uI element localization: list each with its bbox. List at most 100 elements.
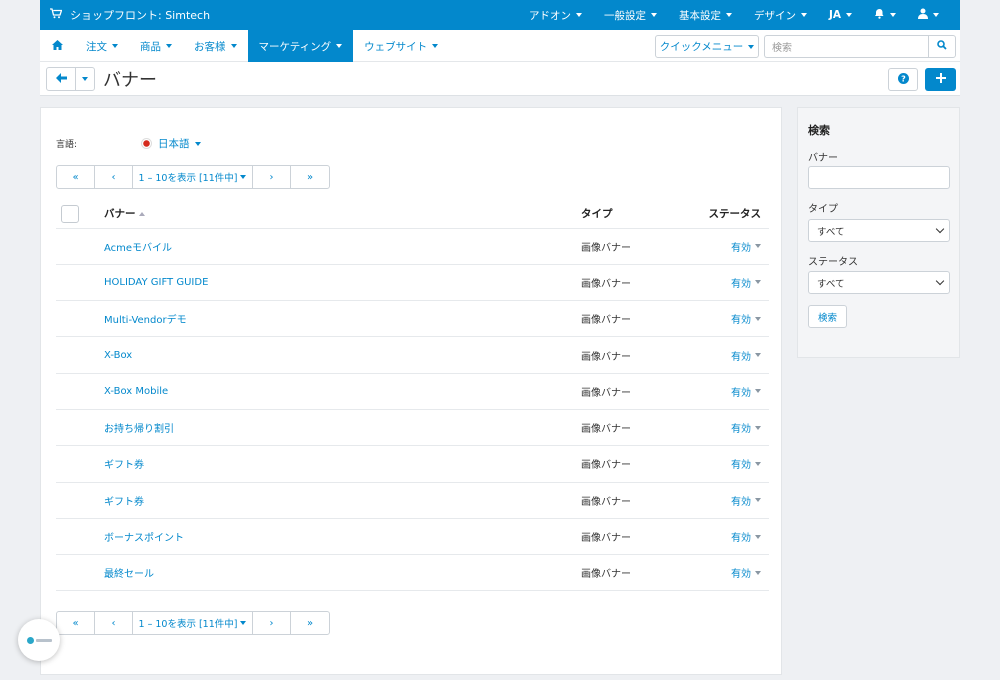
quick-menu-label: クイックメニュー — [659, 41, 744, 53]
status-label: 有効 — [731, 460, 751, 472]
status-dropdown[interactable]: 有効 — [731, 565, 761, 580]
caret-down-icon — [240, 621, 247, 625]
banner-name-link[interactable]: Acmeモバイル — [104, 243, 172, 254]
table-row: Acmeモバイル 画像バナー 有効 — [56, 228, 769, 265]
user-icon — [918, 8, 928, 22]
banner-status-cell: 有効 — [701, 518, 769, 556]
tab-products[interactable]: 商品 — [129, 30, 183, 62]
first-page-button[interactable]: « — [57, 166, 95, 188]
caret-down-icon — [575, 13, 582, 17]
status-dropdown[interactable]: 有効 — [731, 420, 761, 435]
banner-status-cell: 有効 — [701, 228, 769, 265]
banner-name-link[interactable]: ギフト券 — [104, 497, 144, 508]
row-select-cell — [56, 482, 104, 519]
banner-name-link[interactable]: ギフト券 — [104, 460, 144, 471]
prev-page-button[interactable]: ‹ — [95, 166, 133, 188]
menu-language[interactable]: JA — [818, 9, 863, 21]
storefront-selector[interactable]: ショップフロント: Simtech — [50, 0, 210, 30]
column-type: タイプ — [581, 200, 701, 229]
select-all-checkbox[interactable] — [61, 204, 79, 223]
language-selector[interactable]: 日本語 — [141, 136, 201, 151]
menu-design-label: デザイン — [753, 9, 796, 22]
menu-basic-settings[interactable]: 基本設定 — [668, 8, 743, 23]
notifications-menu[interactable] — [863, 8, 907, 22]
banner-name-link[interactable]: 最終セール — [104, 569, 154, 580]
banner-status-cell: 有効 — [701, 409, 769, 447]
status-dropdown[interactable]: 有効 — [731, 384, 761, 399]
tab-marketing-label: マーケティング — [258, 40, 332, 53]
items-per-page-selector[interactable]: 1 – 10を表示 [11件中] — [133, 166, 253, 188]
last-page-button[interactable]: » — [291, 612, 329, 634]
status-label: 有効 — [731, 496, 751, 508]
banner-name-link[interactable]: HOLIDAY GIFT GUIDE — [104, 277, 208, 288]
user-menu[interactable] — [907, 8, 950, 22]
floating-widget-button[interactable] — [18, 619, 60, 661]
banner-name-link[interactable]: X-Box Mobile — [104, 386, 168, 397]
banner-type-cell: 画像バナー — [581, 482, 701, 519]
status-dropdown[interactable]: 有効 — [731, 493, 761, 508]
status-dropdown[interactable]: 有効 — [731, 311, 761, 326]
sidebar-search-button[interactable]: 検索 — [808, 305, 847, 328]
prev-page-button[interactable]: ‹ — [95, 612, 133, 634]
column-banner-label: バナー — [104, 208, 136, 221]
back-button[interactable] — [46, 67, 76, 91]
table-header: バナー タイプ ステータス — [56, 200, 769, 229]
column-banner[interactable]: バナー — [104, 200, 581, 229]
tab-marketing[interactable]: マーケティング — [247, 30, 354, 62]
banner-name-link[interactable]: Multi-Vendorデモ — [104, 315, 187, 326]
menu-general-settings-label: 一般設定 — [603, 9, 646, 22]
caret-down-icon — [755, 353, 761, 358]
search-input[interactable]: 検索 — [764, 35, 928, 58]
add-banner-button[interactable] — [925, 68, 956, 91]
menu-design[interactable]: デザイン — [743, 8, 818, 23]
caret-down-icon — [82, 77, 88, 81]
next-page-button[interactable]: › — [253, 612, 291, 634]
banner-list-panel: 言語: 日本語 « ‹ 1 – 10を表示 [11件中] › » バナー タイプ… — [40, 107, 782, 675]
caret-down-icon — [755, 534, 761, 539]
table-row: HOLIDAY GIFT GUIDE 画像バナー 有効 — [56, 264, 769, 302]
status-dropdown[interactable]: 有効 — [731, 456, 761, 471]
banner-type-cell: 画像バナー — [581, 300, 701, 338]
items-per-page-selector[interactable]: 1 – 10を表示 [11件中] — [133, 612, 253, 634]
table-row: ボーナスポイント 画像バナー 有効 — [56, 518, 769, 556]
caret-down-icon — [755, 461, 761, 466]
type-select[interactable]: すべて — [808, 219, 950, 242]
home-tab[interactable] — [40, 30, 75, 62]
table-row: 最終セール 画像バナー 有効 — [56, 554, 769, 592]
search-button[interactable] — [928, 35, 956, 58]
status-dropdown[interactable]: 有効 — [731, 348, 761, 363]
table-row: お持ち帰り割引 画像バナー 有効 — [56, 409, 769, 447]
row-select-cell — [56, 409, 104, 447]
status-label: 有効 — [731, 424, 751, 436]
last-page-button[interactable]: » — [291, 166, 329, 188]
tab-website[interactable]: ウェブサイト — [353, 30, 449, 62]
help-button[interactable]: ? — [888, 68, 918, 91]
quick-menu-button[interactable]: クイックメニュー — [655, 35, 759, 58]
status-select[interactable]: すべて — [808, 271, 950, 294]
bell-icon — [874, 8, 885, 22]
status-dropdown[interactable]: 有効 — [731, 239, 761, 254]
banner-name-link[interactable]: お持ち帰り割引 — [104, 424, 174, 435]
tab-customers[interactable]: お客様 — [183, 30, 248, 62]
banner-status-cell: 有効 — [701, 445, 769, 483]
history-dropdown[interactable] — [75, 67, 95, 91]
next-page-button[interactable]: › — [253, 166, 291, 188]
top-menu: アドオン 一般設定 基本設定 デザイン JA — [518, 0, 950, 30]
menu-general-settings[interactable]: 一般設定 — [593, 8, 668, 23]
tab-orders[interactable]: 注文 — [75, 30, 129, 62]
banner-field-label: バナー — [808, 153, 838, 164]
row-select-cell — [56, 373, 104, 410]
banner-status-cell: 有効 — [701, 373, 769, 410]
status-dropdown[interactable]: 有効 — [731, 529, 761, 544]
caret-down-icon — [748, 44, 755, 49]
column-status: ステータス — [701, 200, 769, 229]
first-page-button[interactable]: « — [57, 612, 95, 634]
pagination-info: 1 – 10を表示 [11件中] — [138, 173, 238, 184]
banner-name-link[interactable]: X-Box — [104, 350, 132, 361]
banner-name-input[interactable] — [808, 166, 950, 189]
banner-name-link[interactable]: ボーナスポイント — [104, 533, 184, 544]
menu-addons[interactable]: アドオン — [518, 8, 593, 23]
status-dropdown[interactable]: 有効 — [731, 275, 761, 290]
japan-flag-icon — [141, 138, 152, 149]
row-select-cell — [56, 264, 104, 302]
